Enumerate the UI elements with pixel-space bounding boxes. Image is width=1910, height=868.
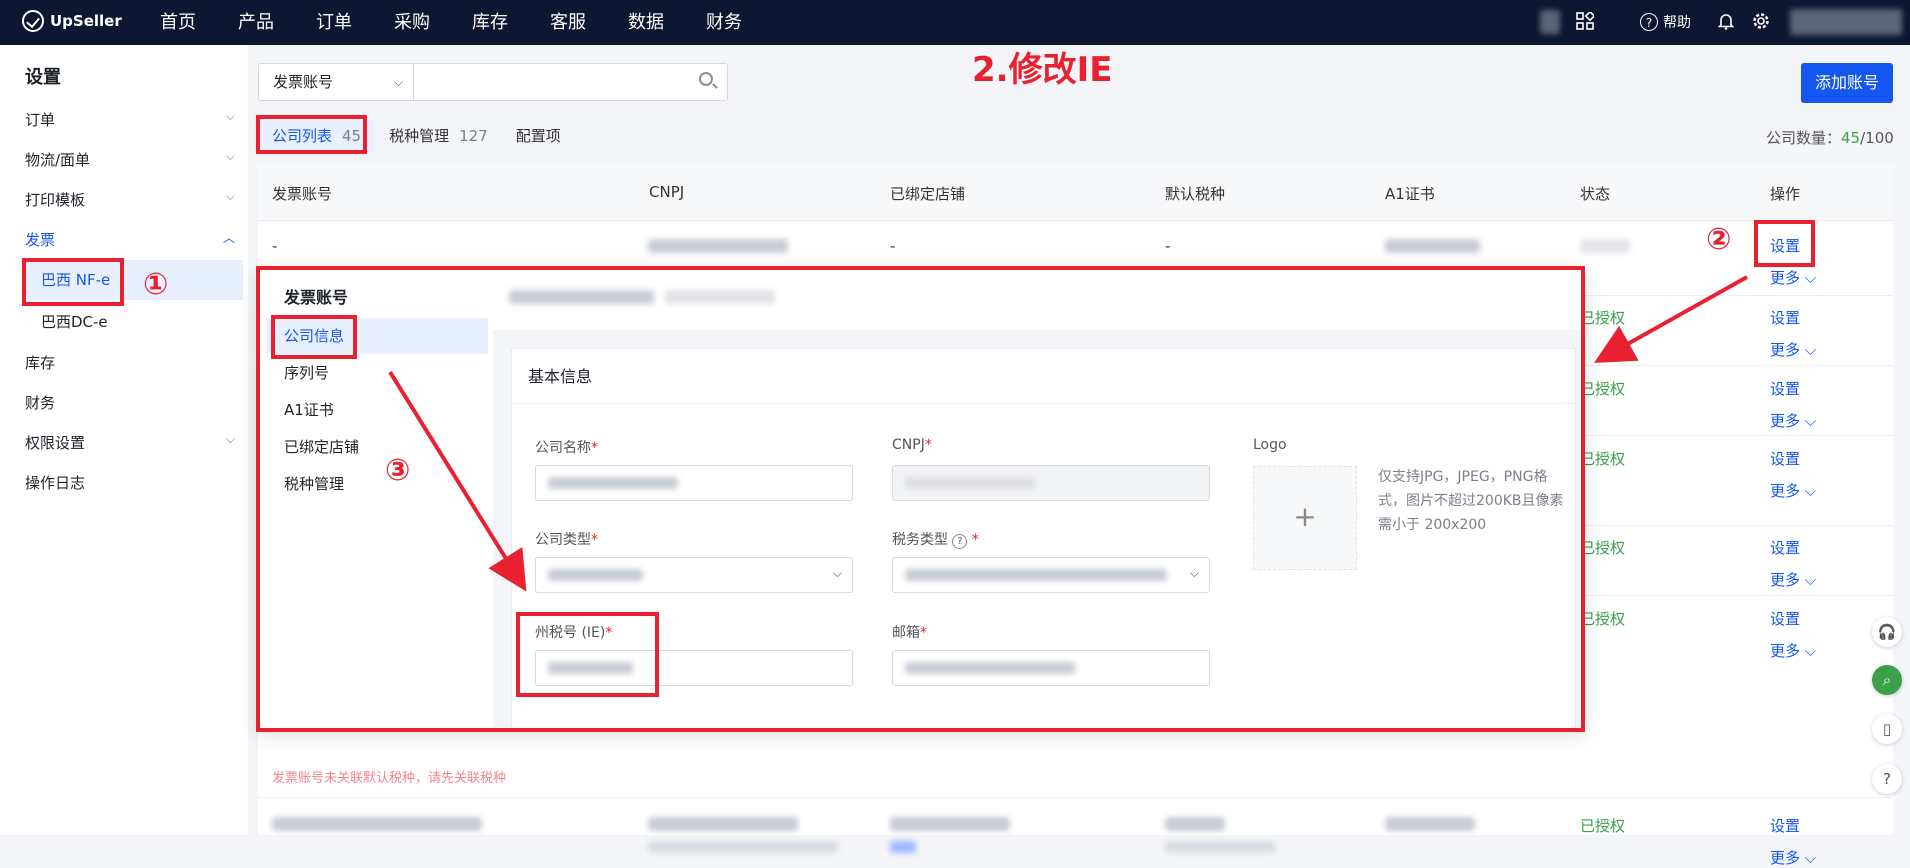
search-float-icon[interactable]: ⌕ — [1872, 665, 1902, 695]
blurred-cell — [1165, 841, 1275, 853]
mobile-icon[interactable]: ▯ — [1872, 714, 1902, 744]
blurred-cell — [648, 841, 838, 853]
blurred-badge — [890, 841, 916, 853]
arrow-to-state-tax — [388, 370, 527, 592]
headset-icon[interactable]: 🎧 — [1872, 617, 1902, 647]
action-more-link[interactable]: 更多 ⌵ — [1770, 847, 1816, 868]
annotation-arrows — [388, 275, 1748, 592]
arrow-to-panel — [1594, 275, 1748, 363]
help-float-icon[interactable]: ? — [1872, 764, 1902, 794]
